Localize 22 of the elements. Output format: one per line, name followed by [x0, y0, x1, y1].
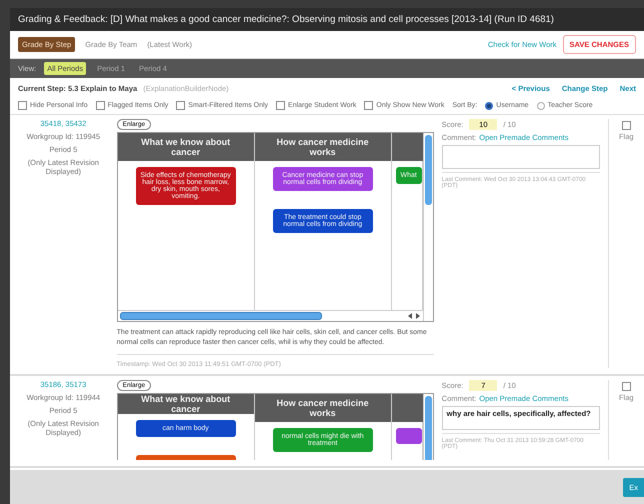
column-header	[392, 394, 423, 422]
radio-button[interactable]	[485, 102, 494, 110]
column-header	[392, 133, 423, 161]
checkbox[interactable]	[18, 101, 27, 110]
flag-checkbox[interactable]	[622, 382, 631, 391]
column-header: What we know about cancer	[118, 394, 254, 414]
checkbox[interactable]	[176, 101, 186, 110]
window-title: Grading & Feedback: [D] What makes a good cancer medicine?: Observing mitosis and cell processes [2013-14] (Run ID 4681)	[10, 8, 644, 31]
idea-card[interactable]	[396, 428, 422, 444]
column-header: How cancer medicine works	[254, 133, 391, 161]
checkbox[interactable]	[276, 101, 286, 110]
comment-field[interactable]	[442, 145, 600, 169]
horizontal-scrollbar[interactable]	[118, 310, 423, 321]
radio-button[interactable]	[536, 102, 545, 110]
vertical-scrollbar[interactable]	[422, 133, 433, 321]
column-header: How cancer medicine works	[254, 394, 391, 422]
checkbox[interactable]	[364, 101, 374, 110]
flag-checkbox[interactable]	[622, 121, 631, 130]
vertical-scrollbar[interactable]	[422, 394, 433, 460]
checkbox[interactable]	[96, 101, 105, 110]
column-header: What we know about cancer	[118, 133, 254, 161]
scroll-arrows-icon[interactable]	[406, 313, 421, 319]
